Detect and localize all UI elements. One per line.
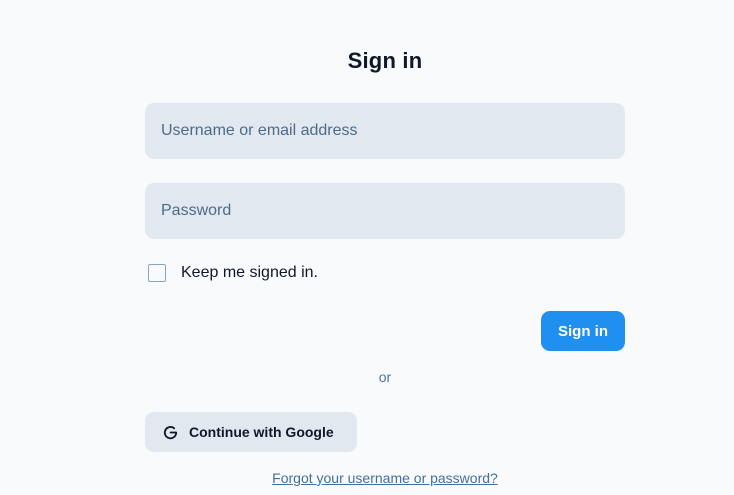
google-icon: [162, 424, 179, 441]
or-divider: or: [378, 369, 392, 385]
forgot-credentials: Forgot your username or password?: [0, 470, 734, 486]
remember-me-label[interactable]: Keep me signed in.: [181, 264, 318, 282]
sign-in-button[interactable]: Sign in: [541, 311, 625, 351]
signin-page: Sign in Keep me signed in. Sign in or Co…: [0, 0, 734, 495]
password-input[interactable]: [145, 183, 625, 239]
forgot-credentials-link[interactable]: Forgot your username or password?: [272, 470, 498, 486]
remember-me: Keep me signed in.: [148, 264, 318, 282]
remember-me-checkbox[interactable]: [148, 264, 166, 282]
username-input[interactable]: [145, 103, 625, 159]
google-button-label: Continue with Google: [189, 424, 334, 440]
continue-with-google-button[interactable]: Continue with Google: [145, 412, 357, 452]
page-title: Sign in: [347, 48, 423, 73]
